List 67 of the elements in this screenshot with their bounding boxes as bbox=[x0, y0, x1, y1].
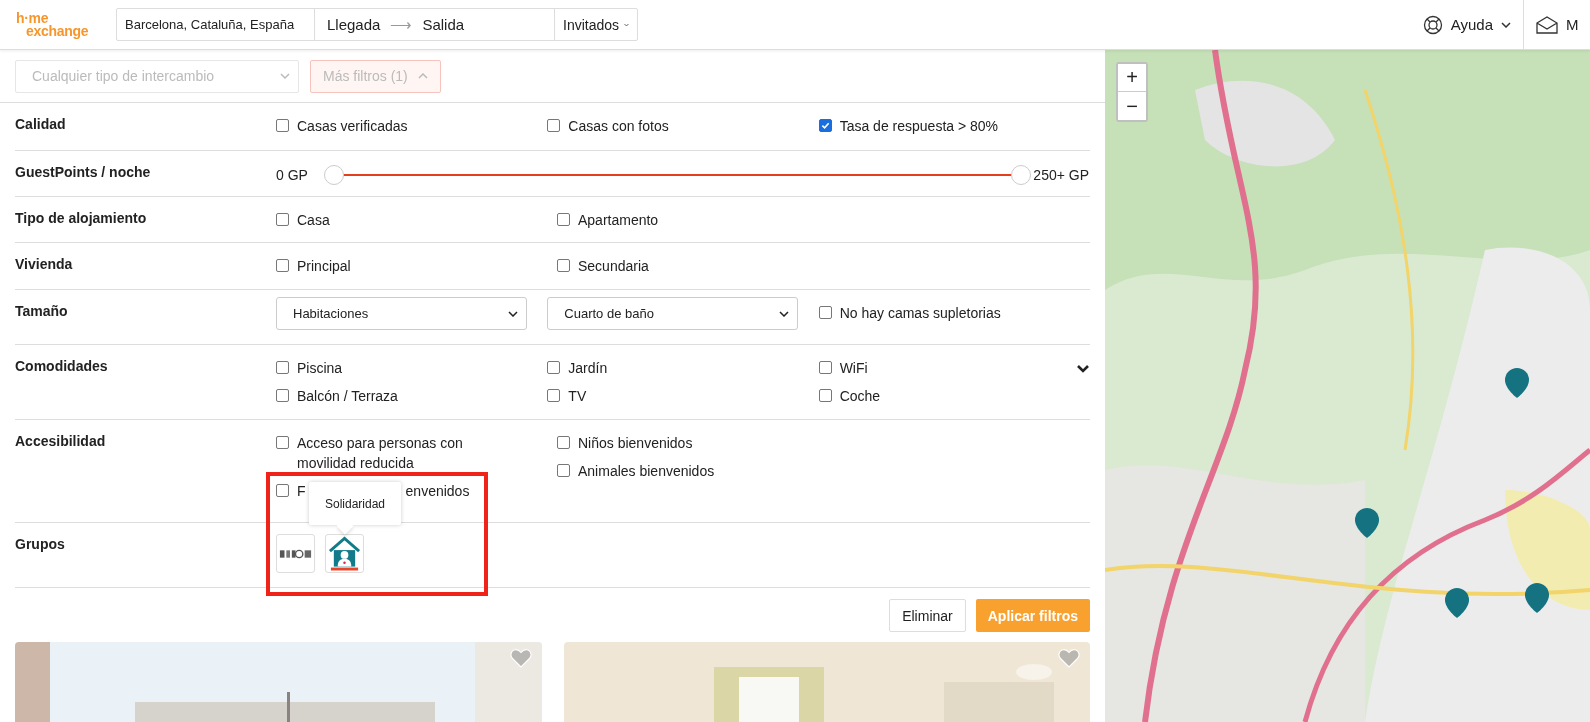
checkbox[interactable] bbox=[557, 464, 570, 477]
filter-label: Tamaño bbox=[15, 303, 69, 321]
dates-field[interactable]: Llegada ⟶ Salida bbox=[315, 9, 555, 40]
chevron-icon bbox=[1501, 21, 1511, 28]
slider-handle[interactable] bbox=[1011, 165, 1032, 185]
checkbox-option[interactable]: Coche bbox=[818, 386, 1049, 406]
slider-handle[interactable] bbox=[323, 165, 344, 185]
checkbox[interactable] bbox=[557, 436, 570, 449]
range-max-label: 250+ GP bbox=[1033, 167, 1089, 183]
checkbox-option[interactable]: No hay camas supletorias bbox=[818, 303, 1049, 323]
checkbox[interactable] bbox=[547, 389, 561, 402]
filter-label: Calidad bbox=[15, 116, 67, 134]
house-person-icon bbox=[328, 536, 361, 571]
checkbox-option[interactable]: Jardín bbox=[547, 358, 778, 378]
checkbox[interactable] bbox=[818, 389, 832, 402]
checkbox-option[interactable]: Casas verificadas bbox=[276, 116, 506, 136]
messages-menu[interactable]: M bbox=[1524, 0, 1590, 50]
checkbox[interactable] bbox=[557, 259, 570, 272]
guests-dropdown[interactable]: Invitados bbox=[555, 9, 637, 40]
filter-label: Tipo de alojamiento bbox=[15, 210, 148, 228]
chevron-icon bbox=[508, 310, 518, 317]
checkbox-option[interactable]: Apartamento bbox=[557, 210, 787, 230]
filter-label: GuestPoints / noche bbox=[15, 164, 152, 182]
checkbox-option[interactable]: Niños bienvenidos bbox=[557, 433, 787, 453]
checkbox-option[interactable]: TV bbox=[547, 386, 778, 406]
checkbox[interactable] bbox=[547, 119, 561, 132]
group-button[interactable] bbox=[276, 534, 315, 573]
checkbox-option[interactable]: Principal bbox=[276, 256, 506, 276]
checkbox[interactable] bbox=[276, 259, 289, 272]
location-field[interactable]: Barcelona, Cataluña, España bbox=[117, 9, 315, 40]
checkbox-option[interactable]: Balcón / Terraza bbox=[276, 386, 506, 406]
checkbox-option[interactable]: Tasa de respuesta > 80% bbox=[818, 116, 1049, 136]
filter-label: Accesibilidad bbox=[15, 433, 107, 451]
checkbox-option[interactable]: Secundaria bbox=[557, 256, 787, 276]
checkbox[interactable] bbox=[547, 361, 561, 374]
lifebuoy-icon bbox=[1422, 14, 1443, 35]
chevron-icon bbox=[417, 73, 428, 79]
checkbox[interactable] bbox=[276, 213, 289, 226]
filter-label: Grupos bbox=[15, 536, 66, 554]
checkbox[interactable] bbox=[276, 436, 289, 449]
clear-button[interactable]: Eliminar bbox=[889, 599, 966, 632]
envelope-icon bbox=[1536, 15, 1558, 34]
checkbox[interactable] bbox=[276, 361, 289, 374]
checkbox-option[interactable]: Piscina bbox=[276, 358, 506, 378]
checkbox-option[interactable]: WiFi bbox=[818, 358, 1049, 378]
checkbox-option[interactable]: Acceso para personas con movilidad reducida bbox=[276, 433, 506, 473]
dropdown[interactable]: Habitaciones bbox=[276, 297, 527, 330]
checkbox[interactable] bbox=[818, 361, 832, 374]
range-min-label: 0 GP bbox=[276, 167, 308, 183]
dropdown[interactable]: Cuarto de baño bbox=[547, 297, 799, 330]
checkbox[interactable] bbox=[276, 119, 289, 132]
checkbox[interactable] bbox=[818, 119, 832, 132]
checkbox-option[interactable]: Animales bienvenidos bbox=[557, 461, 787, 481]
chevron-icon bbox=[280, 73, 290, 79]
help-menu[interactable]: Ayuda bbox=[1410, 0, 1523, 50]
filter-label: Comodidades bbox=[15, 358, 109, 376]
checkbox-option[interactable]: Casa bbox=[276, 210, 506, 230]
checkbox[interactable] bbox=[276, 389, 289, 402]
checkbox[interactable] bbox=[818, 306, 832, 319]
zoom-in-button[interactable]: + bbox=[1118, 64, 1146, 92]
chevron-icon bbox=[624, 21, 629, 28]
price-slider[interactable] bbox=[323, 164, 1032, 186]
filter-label: Vivienda bbox=[15, 256, 74, 274]
checkbox[interactable] bbox=[276, 484, 289, 497]
checkbox-option[interactable]: Casas con fotos bbox=[547, 116, 778, 136]
chevron-icon bbox=[779, 310, 790, 317]
checkbox[interactable] bbox=[557, 213, 570, 226]
